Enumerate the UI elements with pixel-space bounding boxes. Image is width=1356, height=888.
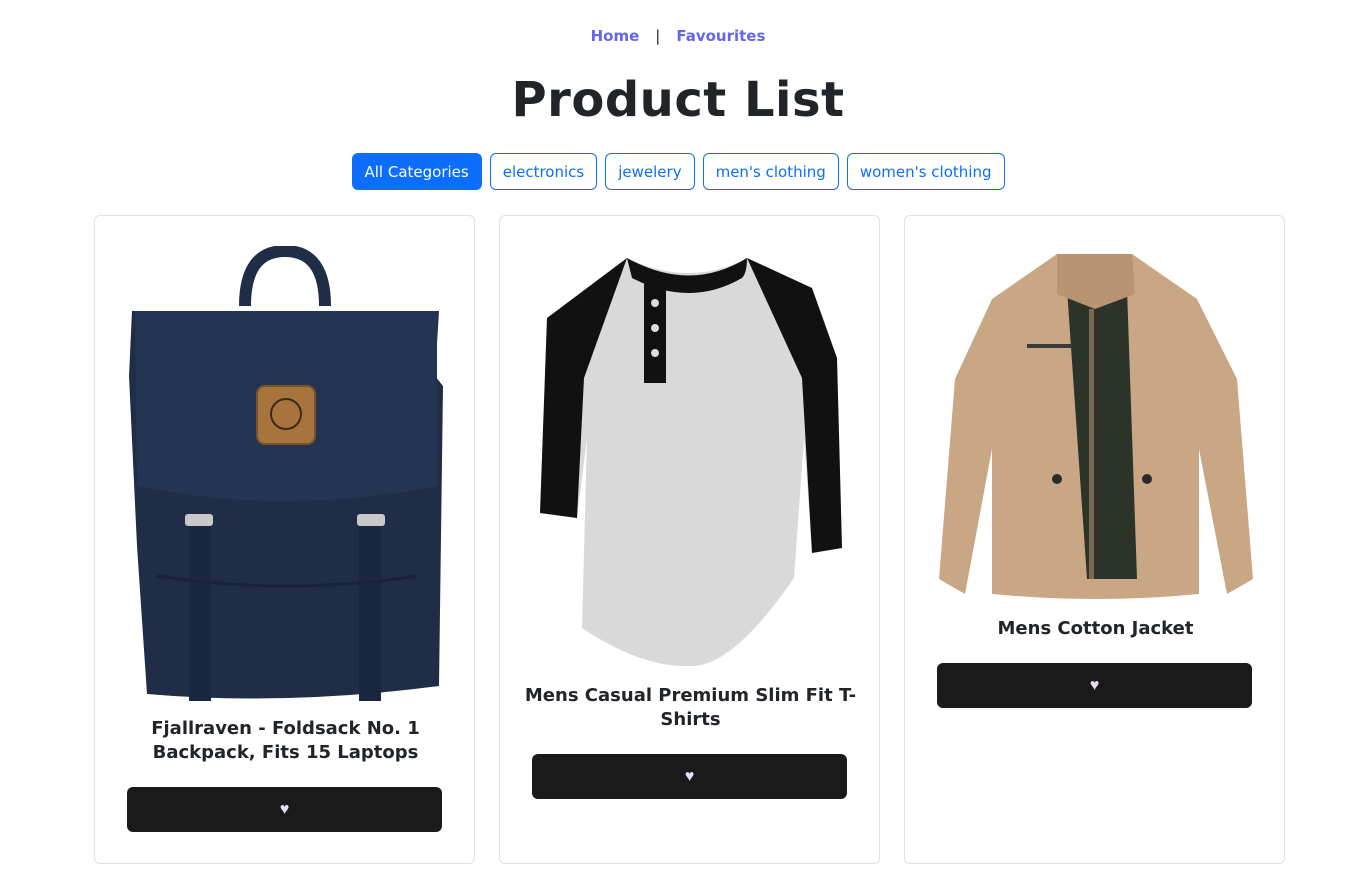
add-to-favourites-button[interactable]: ♥	[532, 754, 847, 799]
product-card: Mens Cotton Jacket ♥	[904, 215, 1285, 864]
product-card: Fjallraven - Foldsack No. 1 Backpack, Fi…	[94, 215, 475, 864]
top-nav: Home | Favourites	[0, 27, 1356, 45]
page-title: Product List	[511, 72, 845, 128]
backpack-image	[129, 246, 443, 701]
heart-icon: ♥	[279, 800, 290, 818]
heart-icon: ♥	[684, 767, 695, 785]
filter-jewelery[interactable]: jewelery	[605, 153, 695, 190]
add-to-favourites-button[interactable]: ♥	[127, 787, 442, 832]
add-to-favourites-button[interactable]: ♥	[937, 663, 1252, 708]
tshirt-image	[540, 258, 842, 666]
nav-link-favourites[interactable]: Favourites	[676, 27, 765, 45]
filter-all-categories[interactable]: All Categories	[351, 153, 482, 190]
filter-womens-clothing[interactable]: women's clothing	[846, 153, 1005, 190]
product-title: Mens Casual Premium Slim Fit T-Shirts	[524, 685, 857, 730]
product-title: Mens Cotton Jacket	[997, 618, 1194, 639]
category-filters: All Categories electronics jewelery men'…	[0, 153, 1356, 190]
product-card: Mens Casual Premium Slim Fit T-Shirts ♥	[499, 215, 880, 864]
heart-icon: ♥	[1089, 676, 1100, 694]
nav-link-home[interactable]: Home	[591, 27, 640, 45]
filter-electronics[interactable]: electronics	[489, 153, 598, 190]
jacket-image	[939, 254, 1253, 599]
filter-mens-clothing[interactable]: men's clothing	[702, 153, 839, 190]
nav-separator: |	[655, 27, 661, 45]
product-title: Fjallraven - Foldsack No. 1 Backpack, Fi…	[151, 718, 420, 763]
